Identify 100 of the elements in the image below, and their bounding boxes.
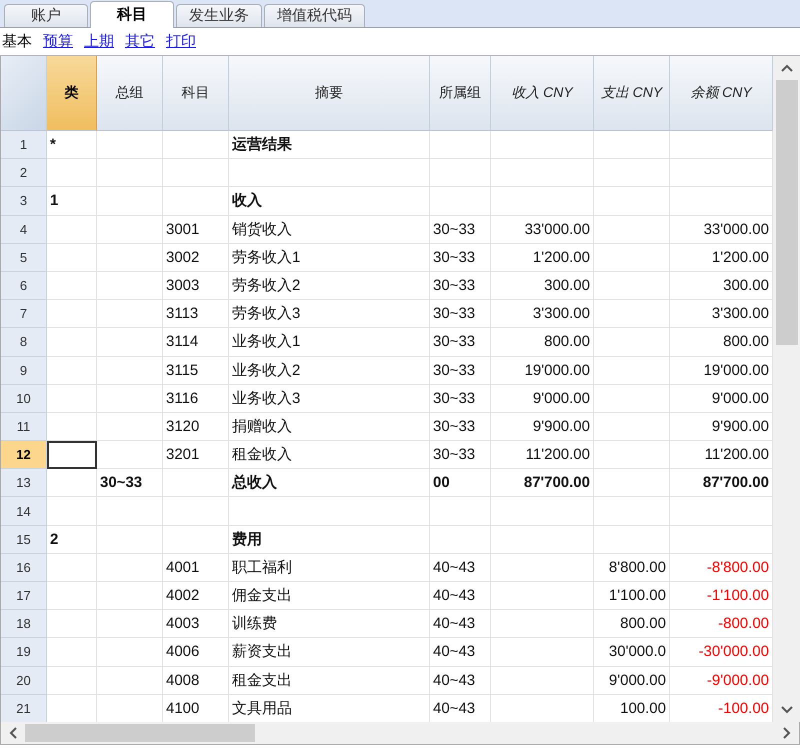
table-cell xyxy=(47,384,97,413)
table-cell: 19'000.00 xyxy=(491,356,594,385)
row-number: 5 xyxy=(1,244,47,272)
column-header[interactable]: 科目 xyxy=(163,56,229,131)
table-cell xyxy=(47,554,97,582)
table-cell: 业务收入3 xyxy=(229,384,430,413)
column-header[interactable]: 支出 CNY xyxy=(594,56,670,131)
table-cell xyxy=(97,554,163,582)
table-cell xyxy=(47,216,97,244)
table-cell: 佣金支出 xyxy=(229,582,430,610)
table-cell: 4008 xyxy=(163,666,229,695)
table-cell: 30~33 xyxy=(430,272,491,300)
table-cell: 3'300.00 xyxy=(491,300,594,328)
table-cell: 800.00 xyxy=(594,610,670,638)
table-cell: 1 xyxy=(47,187,97,216)
table-cell: 40~43 xyxy=(430,638,491,667)
table-cell: 40~43 xyxy=(430,610,491,638)
column-header[interactable]: 类 xyxy=(47,56,97,131)
table-cell xyxy=(47,300,97,328)
table-cell: 800.00 xyxy=(491,328,594,356)
row-number: 13 xyxy=(1,469,47,498)
row-number: 9 xyxy=(1,356,47,385)
table-cell: 30~33 xyxy=(97,469,163,498)
row-number: 3 xyxy=(1,187,47,216)
view-link[interactable]: 打印 xyxy=(166,32,196,51)
table-cell xyxy=(97,131,163,160)
column-header[interactable]: 所属组 xyxy=(430,56,491,131)
table-cell: 业务收入2 xyxy=(229,356,430,385)
table-cell xyxy=(97,216,163,244)
row-number: 18 xyxy=(1,610,47,638)
scroll-down-icon[interactable] xyxy=(780,706,792,714)
scroll-left-icon[interactable] xyxy=(9,727,17,739)
row-number: 11 xyxy=(1,412,47,442)
scroll-right-icon[interactable] xyxy=(783,727,791,739)
view-link[interactable]: 上期 xyxy=(84,32,114,51)
table-cell xyxy=(97,441,163,470)
column-header[interactable]: 总组 xyxy=(97,56,163,131)
tab[interactable]: 发生业务 xyxy=(176,4,262,27)
view-tab[interactable]: 基本 xyxy=(2,32,32,51)
table-cell: 30~33 xyxy=(430,441,491,470)
horizontal-scrollbar[interactable] xyxy=(0,722,800,745)
table-cell: 运营结果 xyxy=(229,131,430,160)
table-cell: 4002 xyxy=(163,582,229,610)
table-cell: 1'200.00 xyxy=(491,244,594,272)
table-cell xyxy=(430,497,491,526)
table-cell: 4003 xyxy=(163,610,229,638)
tab[interactable]: 账户 xyxy=(4,4,88,27)
view-link[interactable]: 其它 xyxy=(125,32,155,51)
table-cell: 11'200.00 xyxy=(491,441,594,470)
table-cell: 3003 xyxy=(163,272,229,300)
row-number: 1 xyxy=(1,131,47,160)
row-number: 14 xyxy=(1,497,47,526)
table-cell: 租金收入 xyxy=(229,441,430,470)
row-number: 17 xyxy=(1,582,47,610)
table-cell: 40~43 xyxy=(430,666,491,695)
table-cell xyxy=(47,272,97,300)
table-cell: 劳务收入3 xyxy=(229,300,430,328)
table-cell xyxy=(97,328,163,356)
tab[interactable]: 增值税代码 xyxy=(264,4,365,27)
table-cell xyxy=(97,666,163,695)
table-cell: 4006 xyxy=(163,638,229,667)
column-header[interactable]: 余额 CNY xyxy=(670,56,773,131)
table-cell: 30~33 xyxy=(430,216,491,244)
view-link[interactable]: 预算 xyxy=(43,32,73,51)
table-cell xyxy=(47,638,97,667)
table-cell xyxy=(430,131,491,160)
row-number: 10 xyxy=(1,384,47,413)
scroll-up-icon[interactable] xyxy=(780,64,792,72)
table-cell xyxy=(97,244,163,272)
column-header[interactable]: 摘要 xyxy=(229,56,430,131)
table-cell xyxy=(97,272,163,300)
scroll-thumb[interactable] xyxy=(25,724,255,742)
table-cell: 总收入 xyxy=(229,469,430,498)
table-cell: 30~33 xyxy=(430,356,491,385)
table-cell: 3001 xyxy=(163,216,229,244)
table-cell: 00 xyxy=(430,469,491,498)
table-cell: 40~43 xyxy=(430,582,491,610)
table-cell: 薪资支出 xyxy=(229,638,430,667)
tab[interactable]: 科目 xyxy=(90,1,174,28)
table-cell: 9'000.00 xyxy=(594,666,670,695)
table-cell xyxy=(47,610,97,638)
table-cell xyxy=(97,526,163,554)
table-cell: 销货收入 xyxy=(229,216,430,244)
column-header[interactable]: 收入 CNY xyxy=(491,56,594,131)
table-cell: 3115 xyxy=(163,356,229,385)
table-cell: 业务收入1 xyxy=(229,328,430,356)
table-cell: 2 xyxy=(47,526,97,554)
table-cell xyxy=(163,187,229,216)
row-number: 15 xyxy=(1,526,47,554)
row-number: 16 xyxy=(1,554,47,582)
table-cell xyxy=(163,159,229,188)
table-cell: 4001 xyxy=(163,554,229,582)
table-cell xyxy=(47,159,97,188)
scroll-thumb[interactable] xyxy=(776,80,798,345)
table-cell: 训练费 xyxy=(229,610,430,638)
table-cell: 9'000.00 xyxy=(491,384,594,413)
table-cell xyxy=(163,497,229,526)
table-cell: 职工福利 xyxy=(229,554,430,582)
vertical-scrollbar[interactable] xyxy=(773,56,800,722)
table-cell: 300.00 xyxy=(491,272,594,300)
